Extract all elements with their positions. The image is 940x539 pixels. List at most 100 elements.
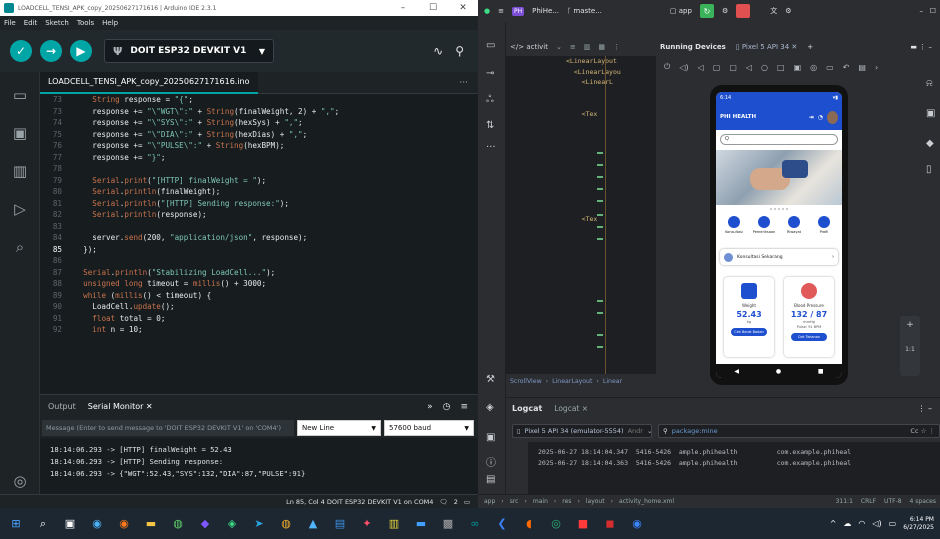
- pull-requests-icon[interactable]: ⇅: [486, 120, 494, 131]
- vscode-icon[interactable]: ❮: [492, 514, 512, 534]
- panel-toggle-icon[interactable]: ▭: [464, 498, 470, 506]
- back-icon[interactable]: ◁: [746, 63, 752, 72]
- indent-setting[interactable]: 4 spaces: [910, 498, 936, 505]
- rotate-right-icon[interactable]: ▢: [729, 63, 737, 72]
- code-view-icon[interactable]: ≡: [570, 43, 576, 51]
- terminal-icon[interactable]: ▤: [486, 474, 495, 485]
- project-icon[interactable]: ▭: [486, 40, 495, 51]
- avatar[interactable]: [827, 110, 838, 124]
- power-icon[interactable]: ⏻: [664, 62, 670, 72]
- breadcrumb-item[interactable]: Linear: [603, 378, 622, 385]
- breadcrumb-item[interactable]: ScrollView: [510, 378, 542, 385]
- firefox-icon[interactable]: ◉: [114, 514, 134, 534]
- commit-icon[interactable]: ⊸: [486, 68, 494, 79]
- debug-icon[interactable]: ⚙: [722, 7, 728, 15]
- mirror-icon[interactable]: ▤: [858, 63, 866, 72]
- layout-file-tab[interactable]: </> activit: [510, 43, 548, 51]
- feature-item[interactable]: Riwayat: [782, 216, 806, 240]
- logcat-device-select[interactable]: ▯ Pixel 5 API 34 (emulator-5554) Andr ⌄: [512, 424, 652, 438]
- more-icon[interactable]: ⋮: [613, 43, 620, 51]
- overview-icon[interactable]: ■: [818, 368, 824, 375]
- show-hidden-icons[interactable]: ^: [830, 519, 837, 528]
- app-icon[interactable]: ◎: [546, 514, 566, 534]
- match-case-toggle[interactable]: Cc ☆ ⋮: [910, 427, 935, 435]
- logcat-icon[interactable]: ◈: [486, 402, 494, 413]
- output-tab[interactable]: Output: [48, 402, 76, 411]
- notifications-icon[interactable]: ⍾: [926, 78, 933, 89]
- account-icon[interactable]: ◎: [10, 472, 30, 492]
- task-view-icon[interactable]: ▣: [60, 514, 80, 534]
- zoom-controls[interactable]: + 1:1: [900, 316, 920, 376]
- menu-edit[interactable]: Edit: [24, 19, 38, 27]
- feature-item[interactable]: Pemeriksaan: [752, 216, 776, 240]
- cursor-position[interactable]: 311:1: [836, 498, 853, 505]
- chrome-icon[interactable]: ◍: [168, 514, 188, 534]
- app-icon[interactable]: ▩: [438, 514, 458, 534]
- stop-button[interactable]: [736, 4, 751, 18]
- more-icon[interactable]: ···: [459, 78, 468, 88]
- more-icon[interactable]: ›: [875, 63, 878, 72]
- feature-item[interactable]: Konsultasi: [722, 216, 746, 240]
- photos-icon[interactable]: ▲: [303, 514, 323, 534]
- app-icon[interactable]: ■: [573, 514, 593, 534]
- edge-icon[interactable]: ◉: [87, 514, 107, 534]
- app-icon[interactable]: ◆: [195, 514, 215, 534]
- search-input[interactable]: Q: [720, 134, 838, 145]
- app-icon[interactable]: ◖: [519, 514, 539, 534]
- consult-card[interactable]: Konsultasi Sekarang ›: [720, 249, 838, 265]
- notes-icon[interactable]: ▥: [384, 514, 404, 534]
- notification-icon[interactable]: 🗨: [439, 498, 447, 506]
- sketch-file-tab[interactable]: LOADCELL_TENSI_APK_copy_20250627171616.i…: [40, 71, 258, 94]
- verify-button[interactable]: ✓: [10, 40, 32, 62]
- emulator-icon[interactable]: ▣: [926, 108, 935, 119]
- board-selector[interactable]: Ψ DOIT ESP32 DEVKIT V1 ▼: [104, 39, 274, 63]
- menu-tools[interactable]: Tools: [77, 19, 94, 27]
- build-icon[interactable]: ⚒: [486, 374, 495, 385]
- screenshot-icon[interactable]: ▣: [794, 63, 802, 72]
- folder-icon[interactable]: ▭: [10, 86, 30, 106]
- overview-icon[interactable]: □: [777, 63, 785, 72]
- status-path-item[interactable]: activity_home.xml: [619, 498, 674, 505]
- terminal-icon[interactable]: ▤: [330, 514, 350, 534]
- cloud-icon[interactable]: ☁: [843, 519, 851, 528]
- project-selector[interactable]: PhiHe...: [532, 7, 559, 15]
- minimize-icon[interactable]: –: [920, 7, 924, 15]
- search-icon[interactable]: ⌕: [33, 514, 53, 534]
- zoom-in-icon[interactable]: +: [900, 320, 920, 330]
- battery-icon[interactable]: ▭: [889, 519, 897, 528]
- status-path-item[interactable]: res: [562, 498, 571, 505]
- logcat-options-icon[interactable]: ⋮ –: [917, 404, 932, 413]
- breadcrumb-item[interactable]: LinearLayout: [552, 378, 592, 385]
- logcat-filter-input[interactable]: ⚲ package:mine Cc ☆ ⋮: [658, 424, 940, 438]
- main-menu-icon[interactable]: ≡: [498, 7, 504, 15]
- search-icon[interactable]: ⌕: [10, 238, 30, 258]
- boards-manager-icon[interactable]: ▣: [10, 124, 30, 144]
- app-inspection-icon[interactable]: ▣: [486, 432, 495, 443]
- module-selector[interactable]: ▢ app: [670, 7, 692, 15]
- design-view-icon[interactable]: ▦: [598, 43, 605, 51]
- baud-rate-select[interactable]: 57600 baud ▼: [384, 420, 474, 436]
- gradle-icon[interactable]: ◆: [926, 138, 934, 149]
- extended-controls-icon[interactable]: ▭: [826, 63, 834, 72]
- serial-monitor-tab[interactable]: Serial Monitor ✕: [88, 402, 153, 411]
- maximize-icon[interactable]: ☐: [930, 7, 936, 15]
- chrome-canary-icon[interactable]: ◍: [276, 514, 296, 534]
- undo-icon[interactable]: ↶: [843, 63, 850, 72]
- close-icon[interactable]: ✕: [448, 3, 478, 13]
- status-path-item[interactable]: app: [484, 498, 495, 505]
- problems-icon[interactable]: ⓘ: [486, 454, 496, 469]
- file-encoding[interactable]: UTF-8: [884, 498, 902, 505]
- serial-plotter-icon[interactable]: ∿: [433, 44, 443, 58]
- device-manager-icon[interactable]: ▯: [926, 164, 932, 175]
- settings-icon[interactable]: ⚙: [785, 7, 791, 15]
- run-button[interactable]: ↻: [699, 4, 714, 18]
- serial-monitor-icon[interactable]: ⚲: [455, 44, 464, 58]
- autoscroll-icon[interactable]: »: [427, 402, 433, 412]
- windows-start-icon[interactable]: ⊞: [6, 514, 26, 534]
- check-bp-button[interactable]: Cek Tekanan: [791, 333, 827, 341]
- menu-sketch[interactable]: Sketch: [45, 19, 69, 27]
- panel-options-icon[interactable]: ▬ ⋮ –: [910, 43, 932, 51]
- logout-icon[interactable]: ⇥: [809, 114, 814, 121]
- wifi-icon[interactable]: ◠: [858, 519, 865, 528]
- app-icon[interactable]: ✦: [357, 514, 377, 534]
